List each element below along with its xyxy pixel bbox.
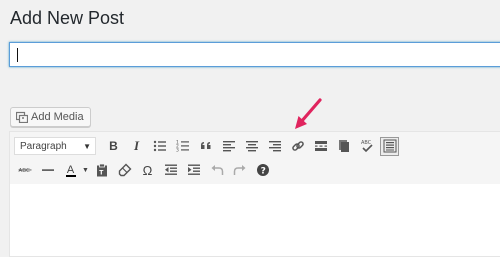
svg-text:ABC: ABC — [18, 168, 29, 174]
undo-button[interactable] — [205, 159, 228, 181]
paste-text-icon: T — [96, 163, 107, 177]
distraction-free-icon — [383, 139, 396, 153]
link-icon — [291, 141, 304, 151]
horizontal-line-icon — [41, 169, 54, 171]
format-select-value: Paragraph — [20, 140, 67, 152]
media-icon — [16, 111, 28, 123]
strikethrough-button[interactable]: ABC — [13, 159, 36, 181]
help-icon: ? — [256, 164, 269, 176]
undo-icon — [211, 165, 223, 175]
read-more-icon — [314, 141, 327, 151]
svg-text:ABC: ABC — [361, 140, 372, 146]
blockquote-icon — [200, 142, 210, 149]
page-title: Add New Post — [10, 8, 125, 28]
toolbar-row-1: Paragraph ▼ B I 1 2 3 ABC — [10, 134, 401, 158]
bold-button[interactable]: B — [102, 135, 125, 157]
text-caret — [17, 48, 18, 62]
spellcheck-icon: ABC — [361, 140, 373, 153]
outdent-icon — [164, 164, 177, 175]
redo-icon — [233, 165, 245, 175]
kitchen-sink-icon — [338, 140, 349, 152]
text-color-button[interactable]: A — [59, 164, 82, 177]
help-button[interactable]: ? — [251, 159, 274, 181]
add-media-button[interactable]: Add Media — [10, 107, 91, 127]
indent-button[interactable] — [182, 159, 205, 181]
paste-text-button[interactable]: T — [90, 159, 113, 181]
editor-content-area[interactable] — [10, 184, 500, 256]
editor-toolbar: Paragraph ▼ B I 1 2 3 ABC ABC A ▼ T Ω ? — [10, 132, 500, 185]
help-glyph: ? — [260, 166, 265, 176]
spellcheck-button[interactable]: ABC — [355, 135, 378, 157]
text-color-swatch — [65, 174, 76, 177]
kitchen-sink-button[interactable] — [332, 135, 355, 157]
blockquote-button[interactable] — [194, 135, 217, 157]
align-left-icon — [222, 141, 235, 152]
align-right-button[interactable] — [263, 135, 286, 157]
align-left-button[interactable] — [217, 135, 240, 157]
post-editor: Paragraph ▼ B I 1 2 3 ABC ABC A ▼ T Ω ? — [9, 131, 500, 257]
toolbar-row-2: ABC A ▼ T Ω ? — [10, 158, 274, 182]
indent-icon — [187, 164, 200, 175]
numbered-list-button[interactable]: 1 2 3 — [171, 135, 194, 157]
bullet-list-icon — [153, 140, 166, 152]
italic-button[interactable]: I — [125, 135, 148, 157]
strikethrough-icon: ABC — [18, 168, 31, 174]
insert-link-button[interactable] — [286, 135, 309, 157]
post-title-input[interactable] — [9, 42, 500, 67]
chevron-down-icon: ▼ — [83, 141, 91, 151]
numbered-list-icon: 1 2 3 — [176, 140, 189, 154]
horizontal-line-button[interactable] — [36, 159, 59, 181]
read-more-button[interactable] — [309, 135, 332, 157]
eraser-icon — [118, 163, 131, 177]
special-character-button[interactable]: Ω — [136, 159, 159, 181]
clear-formatting-button[interactable] — [113, 159, 136, 181]
outdent-button[interactable] — [159, 159, 182, 181]
add-media-label: Add Media — [31, 111, 84, 123]
align-center-button[interactable] — [240, 135, 263, 157]
distraction-free-button[interactable] — [380, 136, 399, 156]
align-right-icon — [268, 141, 281, 152]
svg-text:3: 3 — [176, 148, 179, 154]
chevron-down-icon[interactable]: ▼ — [82, 167, 90, 174]
redo-button[interactable] — [228, 159, 251, 181]
align-center-icon — [245, 141, 258, 152]
annotation-arrow-icon — [295, 98, 322, 129]
format-select[interactable]: Paragraph ▼ — [14, 137, 96, 155]
bullet-list-button[interactable] — [148, 135, 171, 157]
